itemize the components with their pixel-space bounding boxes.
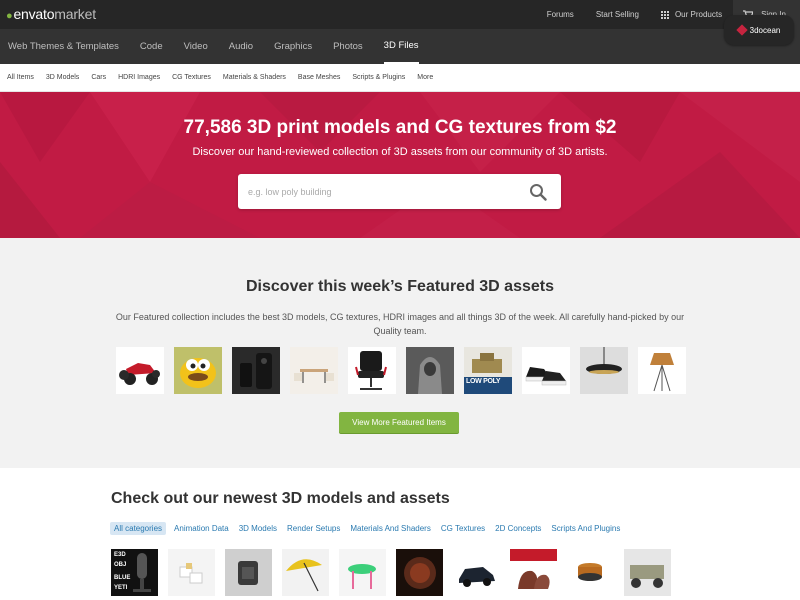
low-poly-label: LOW POLY — [466, 378, 501, 385]
envato-market-logo[interactable]: ●envatomarket — [6, 6, 96, 22]
subnav-all-items[interactable]: All Items — [7, 74, 34, 81]
filter-all-categories[interactable]: All categories — [110, 522, 167, 535]
nav-3d-files[interactable]: 3D Files — [383, 29, 419, 64]
newest-title: Check out our newest 3D models and asset… — [111, 490, 450, 507]
new-thumb-microphone[interactable]: E3D OBJ BLUE YETI — [111, 549, 158, 596]
search-input[interactable] — [248, 174, 518, 209]
featured-thumb-interior[interactable] — [290, 347, 338, 394]
new-thumb-dark-object[interactable] — [225, 549, 272, 596]
our-products-label: Our Products — [674, 10, 723, 19]
forums-link[interactable]: Forums — [536, 0, 585, 29]
subnav-3d-models[interactable]: 3D Models — [46, 74, 79, 81]
featured-thumb-pendant-lamp[interactable] — [580, 347, 628, 394]
subnav-hdri-images[interactable]: HDRI Images — [118, 74, 160, 81]
subnav-cars[interactable]: Cars — [91, 74, 106, 81]
new-thumb-orb[interactable] — [396, 549, 443, 596]
filter-3d-models[interactable]: 3D Models — [237, 522, 279, 535]
new-thumb-line-4: YETI — [114, 585, 128, 591]
subnav-more[interactable]: More — [417, 74, 433, 81]
sub-nav: All Items 3D Models Cars HDRI Images CG … — [0, 64, 800, 92]
featured-thumb-sneakers[interactable] — [522, 347, 570, 394]
newest-thumbnails: E3D OBJ BLUE YETI — [111, 549, 671, 596]
featured-thumb-hooded-figure[interactable] — [406, 347, 454, 394]
hero-banner — [0, 92, 800, 238]
featured-thumb-devices[interactable] — [232, 347, 280, 394]
nav-web-themes[interactable]: Web Themes & Templates — [8, 29, 119, 64]
new-thumb-sofa[interactable] — [510, 549, 557, 596]
brand-label: 3docean — [749, 25, 781, 35]
new-thumb-boxes[interactable] — [168, 549, 215, 596]
nav-audio[interactable]: Audio — [229, 29, 253, 64]
new-thumb-line-2: OBJ — [114, 562, 127, 568]
featured-thumbnails: LOW POLY — [116, 347, 686, 394]
filter-cg-textures[interactable]: CG Textures — [439, 522, 487, 535]
our-products-link[interactable]: Our Products — [650, 0, 733, 29]
start-selling-link[interactable]: Start Selling — [585, 0, 650, 29]
logo-main-text: envato — [13, 6, 55, 22]
new-thumb-vehicle[interactable] — [624, 549, 671, 596]
3docean-brand-badge[interactable]: 3docean — [724, 15, 794, 45]
grid-icon — [660, 10, 669, 19]
nav-video[interactable]: Video — [184, 29, 208, 64]
new-thumb-umbrella[interactable] — [282, 549, 329, 596]
subnav-base-meshes[interactable]: Base Meshes — [298, 74, 340, 81]
hero-subtitle: Discover our hand-reviewed collection of… — [192, 146, 608, 158]
new-thumb-kids-table[interactable] — [339, 549, 386, 596]
subnav-cg-textures[interactable]: CG Textures — [172, 74, 211, 81]
logo-sub-text: market — [54, 6, 96, 22]
featured-thumb-low-poly-tank[interactable]: LOW POLY — [464, 347, 512, 394]
search-icon[interactable] — [529, 183, 547, 201]
new-thumb-line-1: E3D — [114, 552, 126, 558]
new-thumb-line-3: BLUE — [114, 575, 131, 581]
new-thumb-car[interactable] — [453, 549, 500, 596]
category-nav: Web Themes & Templates Code Video Audio … — [0, 29, 800, 64]
featured-thumb-cartoon-bird[interactable] — [174, 347, 222, 394]
featured-thumb-floor-lamp[interactable] — [638, 347, 686, 394]
subnav-scripts-plugins[interactable]: Scripts & Plugins — [352, 74, 405, 81]
featured-thumb-atv[interactable] — [116, 347, 164, 394]
new-thumb-coil[interactable] — [567, 549, 614, 596]
top-bar: ●envatomarket Forums Start Selling Our P… — [0, 0, 800, 29]
filter-scripts-plugins[interactable]: Scripts And Plugins — [549, 522, 622, 535]
filter-2d-concepts[interactable]: 2D Concepts — [493, 522, 543, 535]
filter-render-setups[interactable]: Render Setups — [285, 522, 342, 535]
3docean-logo-icon — [735, 24, 748, 36]
search-box — [238, 174, 561, 209]
nav-graphics[interactable]: Graphics — [274, 29, 312, 64]
filter-materials-shaders[interactable]: Materials And Shaders — [348, 522, 433, 535]
featured-description: Our Featured collection includes the bes… — [115, 312, 685, 336]
filter-animation-data[interactable]: Animation Data — [172, 522, 231, 535]
category-filters: All categories Animation Data 3D Models … — [110, 522, 622, 535]
featured-thumb-office-chair[interactable] — [348, 347, 396, 394]
hero-title: 77,586 3D print models and CG textures f… — [183, 117, 617, 138]
nav-code[interactable]: Code — [140, 29, 163, 64]
leaf-icon: ● — [6, 10, 13, 22]
view-more-featured-button[interactable]: View More Featured Items — [339, 412, 459, 433]
hero-pattern — [0, 92, 800, 238]
nav-photos[interactable]: Photos — [333, 29, 363, 64]
featured-title: Discover this week’s Featured 3D assets — [246, 278, 554, 295]
subnav-materials-shaders[interactable]: Materials & Shaders — [223, 74, 286, 81]
